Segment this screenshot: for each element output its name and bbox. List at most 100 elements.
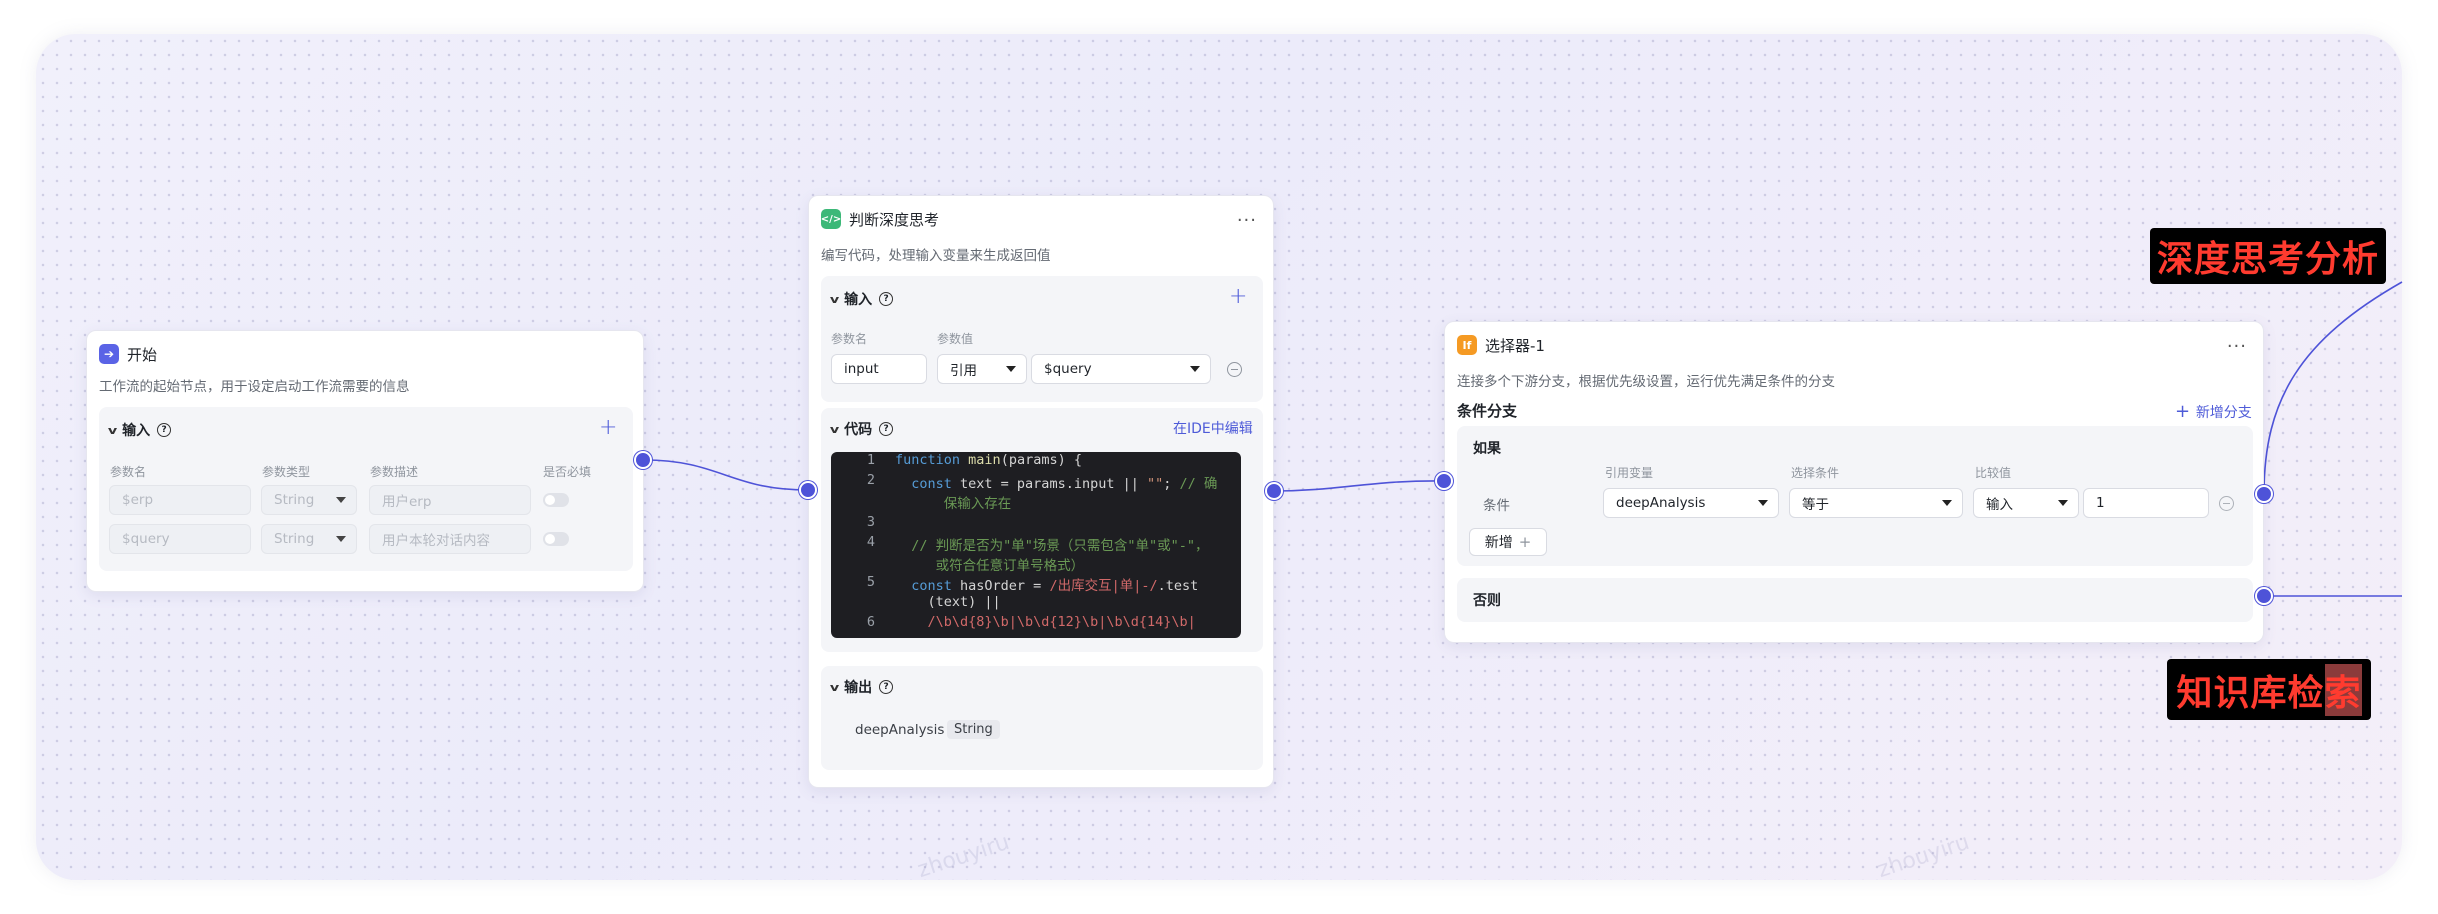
else-branch-panel: 否则 — [1457, 578, 2253, 622]
more-options-icon[interactable]: ··· — [1237, 210, 1257, 231]
selector-node[interactable]: If 选择器-1 ··· 连接多个下游分支，根据优先级设置，运行优先满足条件的分… — [1444, 321, 2264, 643]
code-output-panel: v 输出 ? deepAnalysis String — [821, 666, 1263, 770]
code-section-header[interactable]: v 代码 ? — [829, 418, 894, 440]
code-editor[interactable]: 1 function main(params) { 2 const text = … — [831, 452, 1241, 638]
if-icon: If — [1457, 335, 1477, 355]
chevron-down-icon: v — [107, 423, 118, 437]
caret-down-icon — [2058, 500, 2068, 506]
annotation-text: 知识库检 — [2176, 672, 2325, 714]
param-type-value: String — [274, 531, 315, 547]
watermark: zhouyiru — [1874, 829, 1973, 880]
param-desc-field[interactable]: 用户erp — [369, 485, 531, 515]
add-input-icon[interactable]: + — [1229, 284, 1247, 309]
ref-type-value: 引用 — [950, 363, 977, 379]
compare-value-input[interactable]: 1 — [2083, 488, 2209, 518]
param-type-select[interactable]: String — [261, 524, 357, 554]
selector-input-handle[interactable] — [1435, 472, 1453, 490]
compare-type-value: 输入 — [1986, 497, 2013, 513]
column-param-value: 参数值 — [937, 332, 974, 346]
code-node-description: 编写代码，处理输入变量来生成返回值 — [821, 248, 1051, 264]
start-arrow-icon: ➔ — [99, 344, 119, 364]
help-icon[interactable]: ? — [879, 422, 894, 436]
add-condition-label: 新增 — [1484, 535, 1513, 551]
param-name-field[interactable]: $query — [109, 524, 251, 554]
required-toggle[interactable] — [543, 493, 569, 507]
plus-icon: + — [1518, 533, 1532, 551]
caret-down-icon — [1942, 500, 1952, 506]
code-input-header[interactable]: v 输入 ? — [829, 288, 894, 310]
help-icon[interactable]: ? — [157, 423, 172, 437]
caret-down-icon — [1758, 500, 1768, 506]
add-branch-link[interactable]: + 新增分支 — [2175, 401, 2252, 422]
column-param-desc: 参数描述 — [370, 465, 419, 479]
if-label: 如果 — [1473, 441, 1501, 457]
selector-node-description: 连接多个下游分支，根据优先级设置，运行优先满足条件的分支 — [1457, 374, 1835, 390]
add-condition-button[interactable]: 新增 + — [1469, 528, 1547, 556]
code-node[interactable]: </> 判断深度思考 ··· 编写代码，处理输入变量来生成返回值 v 输入 ? … — [808, 195, 1274, 788]
add-branch-label: 新增分支 — [2195, 405, 2252, 421]
else-label: 否则 — [1473, 593, 1501, 609]
param-name-field[interactable]: $erp — [109, 485, 251, 515]
edit-in-ide-link[interactable]: 在IDE中编辑 — [1173, 418, 1253, 438]
code-output-label: 输出 — [844, 680, 873, 696]
condition-label: 条件 — [1483, 498, 1510, 514]
start-node-description: 工作流的起始节点，用于设定启动工作流需要的信息 — [99, 379, 410, 395]
start-input-panel: v 输入 ? + 参数名 参数类型 参数描述 是否必填 $erp String … — [99, 407, 633, 571]
branch-section-title: 条件分支 — [1457, 402, 1518, 420]
code-editor-panel: v 代码 ? 在IDE中编辑 1 function main(params) { … — [821, 408, 1263, 652]
code-icon: </> — [821, 209, 841, 229]
compare-type-select[interactable]: 输入 — [1973, 488, 2079, 518]
line-number: 6 — [866, 614, 875, 630]
else-branch-handle[interactable] — [2255, 587, 2273, 605]
required-toggle[interactable] — [543, 532, 569, 546]
more-options-icon[interactable]: ··· — [2227, 336, 2247, 357]
ref-variable-select[interactable]: deepAnalysis — [1603, 488, 1779, 518]
ref-value-select[interactable]: $query — [1031, 354, 1211, 384]
help-icon[interactable]: ? — [879, 680, 894, 694]
chevron-down-icon: v — [829, 422, 840, 436]
param-type-value: String — [274, 492, 315, 508]
output-type-tag: String — [947, 720, 1000, 739]
start-output-handle[interactable] — [634, 451, 652, 469]
remove-condition-icon[interactable] — [2219, 496, 2234, 511]
help-icon[interactable]: ? — [879, 292, 894, 306]
annotation-knowledge-search: 知识库检索 — [2167, 659, 2371, 720]
ref-value-text: $query — [1044, 361, 1092, 377]
start-input-header[interactable]: v 输入 ? — [107, 419, 172, 441]
annotation-deep-analysis: 深度思考分析 — [2150, 228, 2386, 284]
remove-input-icon[interactable] — [1227, 362, 1242, 377]
code-input-label: 输入 — [844, 292, 873, 308]
column-param-name: 参数名 — [831, 332, 868, 346]
line-number: 2 — [866, 472, 875, 488]
column-compare-value: 比较值 — [1975, 466, 2012, 480]
column-ref-var: 引用变量 — [1605, 466, 1654, 480]
input-name-field[interactable]: input — [831, 354, 927, 384]
operator-select[interactable]: 等于 — [1789, 488, 1963, 518]
line-number: 5 — [866, 574, 875, 590]
chevron-down-icon: v — [829, 680, 840, 694]
param-type-select[interactable]: String — [261, 485, 357, 515]
column-param-name: 参数名 — [110, 465, 147, 479]
plus-icon: + — [2175, 401, 2196, 422]
add-input-icon[interactable]: + — [599, 415, 617, 440]
code-input-handle[interactable] — [799, 481, 817, 499]
line-number: 1 — [866, 452, 875, 468]
ref-type-select[interactable]: 引用 — [937, 354, 1027, 384]
start-node[interactable]: ➔ 开始 工作流的起始节点，用于设定启动工作流需要的信息 v 输入 ? + 参数… — [86, 330, 644, 592]
if-branch-handle[interactable] — [2255, 485, 2273, 503]
selector-node-title: 选择器-1 — [1485, 336, 1545, 355]
param-desc-field[interactable]: 用户本轮对话内容 — [369, 524, 531, 554]
line-number: 4 — [866, 534, 875, 550]
column-operator: 选择条件 — [1791, 466, 1840, 480]
column-param-type: 参数类型 — [262, 465, 311, 479]
code-input-panel: v 输入 ? + 参数名 参数值 input 引用 $query — [821, 276, 1263, 402]
caret-down-icon — [1006, 366, 1016, 372]
code-output-header[interactable]: v 输出 ? — [829, 676, 894, 698]
caret-down-icon — [336, 536, 346, 542]
watermark: zhouyiru — [914, 829, 1013, 880]
chevron-down-icon: v — [829, 292, 840, 306]
output-variable-name: deepAnalysis — [855, 722, 945, 738]
ref-variable-value: deepAnalysis — [1616, 495, 1706, 511]
code-section-label: 代码 — [844, 422, 873, 438]
code-output-handle[interactable] — [1265, 482, 1283, 500]
